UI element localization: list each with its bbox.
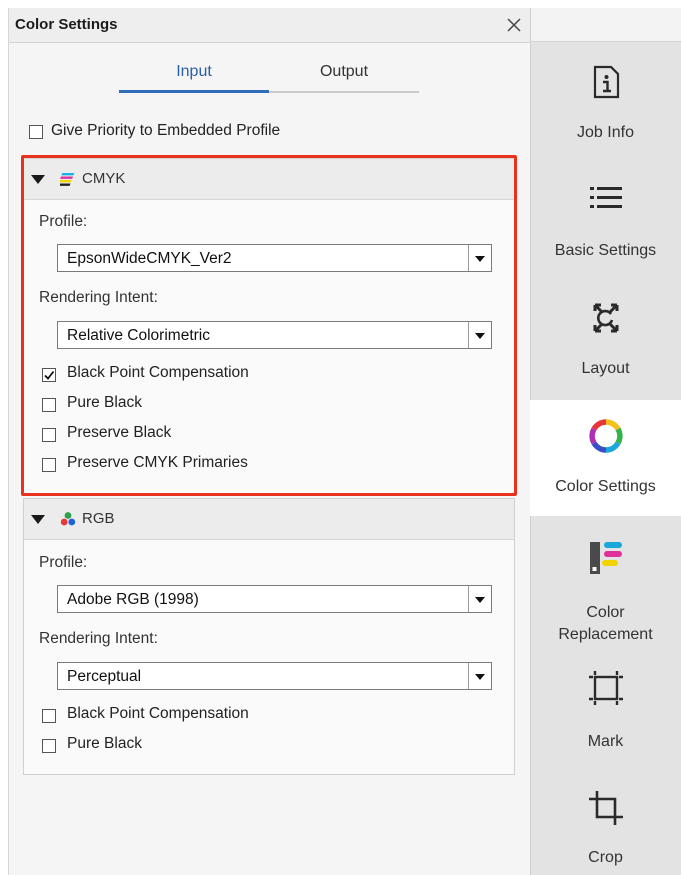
tab-divider [269,91,419,93]
crop-icon [586,788,626,833]
sidebar-label-color-settings: Color Settings [555,478,656,495]
cmyk-profile-value: EpsonWideCMYK_Ver2 [67,250,232,267]
sidebar-item-basic-settings[interactable]: Basic Settings [530,160,681,278]
sidebar-item-color-settings[interactable]: Color Settings [530,400,681,516]
info-icon [590,64,622,105]
input-output-tabs: Input Output [119,58,419,94]
side-navigation: Job Info Basic Settings Layout Color Set… [530,8,681,875]
cmyk-section-title: CMYK [82,170,126,187]
rgb-profile-label: Profile: [39,554,88,571]
cmyk-intent-select[interactable]: Relative Colorimetric [57,321,492,349]
sidebar-label-color-replacement-2: Replacement [558,626,653,643]
color-settings-panel: Color Settings Input Output Give Priorit… [8,8,532,875]
cmyk-intent-value: Relative Colorimetric [67,327,210,344]
tab-input[interactable]: Input [119,58,269,88]
rgb-profile-value: Adobe RGB (1998) [67,591,199,608]
cmyk-profile-select[interactable]: EpsonWideCMYK_Ver2 [57,244,492,272]
tab-output[interactable]: Output [269,58,419,88]
mark-icon [586,668,626,713]
cmyk-preserve-primaries-label: Preserve CMYK Primaries [67,454,248,471]
sidebar-item-crop[interactable]: Crop [530,766,681,875]
rgb-profile-select[interactable]: Adobe RGB (1998) [57,585,492,613]
cmyk-preserve-black-checkbox[interactable] [42,428,56,442]
rgb-pure-black-label: Pure Black [67,735,142,752]
cmyk-intent-label: Rendering Intent: [39,289,158,306]
dropdown-arrow-icon[interactable] [468,322,491,348]
color-wheel-icon [588,418,624,459]
rgb-black-point-label: Black Point Compensation [67,705,249,722]
rgb-black-point-checkbox[interactable] [42,709,56,723]
cmyk-profile-label: Profile: [39,213,88,230]
cmyk-pure-black-checkbox[interactable] [42,398,56,412]
sidebar-label-crop: Crop [588,849,623,866]
rgb-section-header[interactable]: RGB [24,499,514,540]
cmyk-pure-black-label: Pure Black [67,394,142,411]
tab-active-indicator [119,90,269,93]
collapse-triangle-icon[interactable] [31,515,45,524]
rgb-intent-select[interactable]: Perceptual [57,662,492,690]
sidebar-label-layout: Layout [581,360,630,377]
cmyk-black-point-checkbox[interactable] [42,368,56,382]
cmyk-stripes-icon [57,171,76,187]
cmyk-preserve-primaries-checkbox[interactable] [42,458,56,472]
sidebar-label-mark: Mark [587,733,624,750]
sidebar-label-job-info: Job Info [577,124,634,141]
side-header-strip [530,8,681,42]
cmyk-preserve-black-label: Preserve Black [67,424,172,441]
color-replacement-icon [586,534,626,581]
rgb-pure-black-checkbox[interactable] [42,739,56,753]
dropdown-arrow-icon[interactable] [468,663,491,689]
layout-icon [588,300,624,341]
dropdown-arrow-icon[interactable] [468,586,491,612]
collapse-triangle-icon[interactable] [31,175,45,184]
panel-title: Color Settings [15,16,118,33]
sidebar-label-color-replacement-1: Color [586,604,625,621]
rgb-intent-value: Perceptual [67,668,142,685]
rgb-dots-icon [60,511,76,527]
sidebar-item-color-replacement[interactable]: Color Replacement [530,516,681,650]
sidebar-item-mark[interactable]: Mark [530,650,681,766]
embedded-priority-checkbox[interactable] [29,125,43,139]
sidebar-item-job-info[interactable]: Job Info [530,42,681,160]
panel-header: Color Settings [9,8,531,43]
sidebar-item-layout[interactable]: Layout [530,278,681,400]
cmyk-section: CMYK Profile: EpsonWideCMYK_Ver2 Renderi… [23,158,515,494]
cmyk-black-point-label: Black Point Compensation [67,364,249,381]
rgb-section: RGB Profile: Adobe RGB (1998) Rendering … [23,498,515,775]
rgb-section-title: RGB [82,510,115,527]
cmyk-section-header[interactable]: CMYK [24,159,514,200]
rgb-intent-label: Rendering Intent: [39,630,158,647]
list-icon [589,184,623,217]
dropdown-arrow-icon[interactable] [468,245,491,271]
embedded-priority-label: Give Priority to Embedded Profile [51,122,281,139]
sidebar-label-basic-settings: Basic Settings [554,242,657,259]
close-icon[interactable] [503,14,525,36]
